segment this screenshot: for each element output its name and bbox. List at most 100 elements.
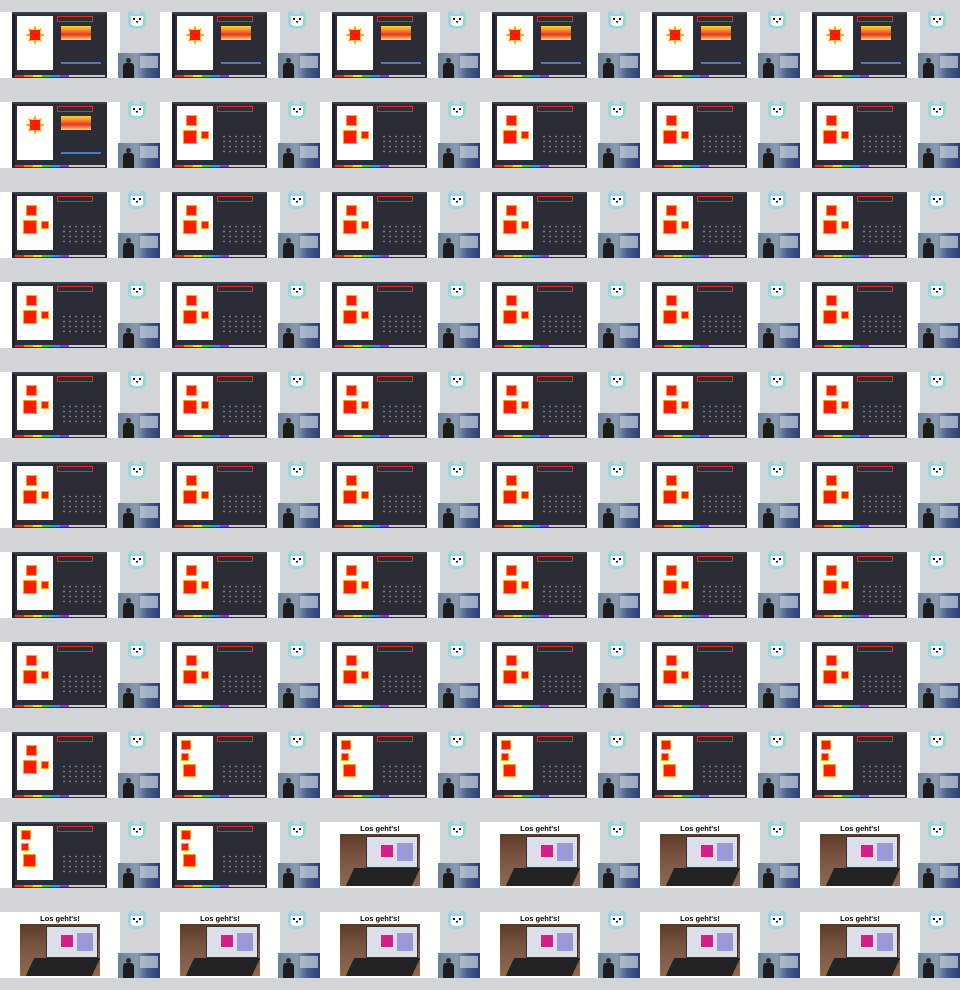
color-palette[interactable] — [655, 345, 745, 347]
color-palette[interactable] — [655, 165, 745, 167]
color-palette[interactable] — [335, 255, 425, 257]
video-thumbnail[interactable] — [480, 360, 640, 450]
scrollbar[interactable] — [861, 62, 901, 64]
tool-bar[interactable] — [12, 464, 15, 526]
drawing-canvas[interactable] — [657, 106, 693, 160]
drawing-canvas[interactable] — [337, 736, 373, 790]
drawing-canvas[interactable] — [497, 16, 533, 70]
drawing-canvas[interactable] — [817, 16, 853, 70]
tool-bar[interactable] — [812, 14, 815, 76]
drawing-canvas[interactable] — [17, 646, 53, 700]
scrollbar[interactable] — [541, 62, 581, 64]
color-palette[interactable] — [655, 255, 745, 257]
color-palette[interactable] — [495, 345, 585, 347]
video-thumbnail[interactable] — [480, 180, 640, 270]
drawing-canvas[interactable] — [497, 556, 533, 610]
tool-bar[interactable] — [332, 464, 335, 526]
tool-bar[interactable] — [652, 464, 655, 526]
drawing-canvas[interactable] — [177, 646, 213, 700]
drawing-canvas[interactable] — [177, 736, 213, 790]
video-thumbnail[interactable] — [640, 360, 800, 450]
video-thumbnail[interactable] — [320, 270, 480, 360]
tool-bar[interactable] — [172, 14, 175, 76]
drawing-canvas[interactable] — [497, 736, 533, 790]
tool-bar[interactable] — [12, 374, 15, 436]
video-thumbnail[interactable] — [320, 360, 480, 450]
drawing-canvas[interactable] — [497, 196, 533, 250]
video-thumbnail[interactable] — [800, 90, 960, 180]
video-thumbnail[interactable]: Los geht's! — [480, 900, 640, 990]
drawing-canvas[interactable] — [17, 286, 53, 340]
tool-bar[interactable] — [172, 374, 175, 436]
drawing-canvas[interactable] — [817, 106, 853, 160]
tool-bar[interactable] — [812, 644, 815, 706]
drawing-canvas[interactable] — [337, 196, 373, 250]
video-thumbnail[interactable]: Los geht's! — [0, 900, 160, 990]
video-thumbnail[interactable] — [160, 270, 320, 360]
color-palette[interactable] — [335, 75, 425, 77]
tool-bar[interactable] — [492, 104, 495, 166]
color-palette[interactable] — [175, 615, 265, 617]
video-thumbnail[interactable] — [640, 630, 800, 720]
tool-bar[interactable] — [172, 104, 175, 166]
tool-bar[interactable] — [172, 824, 175, 886]
drawing-canvas[interactable] — [17, 106, 53, 160]
color-palette[interactable] — [495, 795, 585, 797]
tool-bar[interactable] — [332, 644, 335, 706]
drawing-canvas[interactable] — [497, 106, 533, 160]
color-palette[interactable] — [175, 885, 265, 887]
gradient-swatch[interactable] — [61, 116, 91, 130]
drawing-canvas[interactable] — [817, 376, 853, 430]
video-thumbnail[interactable] — [480, 270, 640, 360]
drawing-canvas[interactable] — [657, 736, 693, 790]
drawing-canvas[interactable] — [17, 826, 53, 880]
drawing-canvas[interactable] — [177, 556, 213, 610]
video-thumbnail[interactable] — [0, 540, 160, 630]
drawing-canvas[interactable] — [177, 376, 213, 430]
gradient-swatch[interactable] — [541, 26, 571, 40]
scrollbar[interactable] — [221, 62, 261, 64]
color-palette[interactable] — [655, 795, 745, 797]
color-palette[interactable] — [15, 795, 105, 797]
color-palette[interactable] — [655, 435, 745, 437]
video-thumbnail[interactable] — [640, 0, 800, 90]
drawing-canvas[interactable] — [177, 106, 213, 160]
tool-bar[interactable] — [332, 554, 335, 616]
color-palette[interactable] — [15, 885, 105, 887]
drawing-canvas[interactable] — [17, 376, 53, 430]
video-thumbnail[interactable] — [0, 630, 160, 720]
color-palette[interactable] — [495, 615, 585, 617]
color-palette[interactable] — [495, 255, 585, 257]
color-palette[interactable] — [335, 525, 425, 527]
video-thumbnail[interactable] — [0, 720, 160, 810]
drawing-canvas[interactable] — [177, 196, 213, 250]
tool-bar[interactable] — [12, 824, 15, 886]
gradient-swatch[interactable] — [701, 26, 731, 40]
drawing-canvas[interactable] — [337, 466, 373, 520]
color-palette[interactable] — [815, 345, 905, 347]
gradient-swatch[interactable] — [61, 26, 91, 40]
drawing-canvas[interactable] — [817, 286, 853, 340]
color-palette[interactable] — [15, 165, 105, 167]
video-thumbnail[interactable] — [160, 90, 320, 180]
drawing-canvas[interactable] — [497, 466, 533, 520]
video-thumbnail[interactable] — [320, 630, 480, 720]
drawing-canvas[interactable] — [177, 286, 213, 340]
color-palette[interactable] — [495, 165, 585, 167]
tool-bar[interactable] — [652, 374, 655, 436]
tool-bar[interactable] — [652, 14, 655, 76]
tool-bar[interactable] — [172, 284, 175, 346]
color-palette[interactable] — [15, 345, 105, 347]
tool-bar[interactable] — [812, 104, 815, 166]
gradient-swatch[interactable] — [381, 26, 411, 40]
color-palette[interactable] — [815, 255, 905, 257]
drawing-canvas[interactable] — [657, 286, 693, 340]
color-palette[interactable] — [495, 75, 585, 77]
video-thumbnail[interactable] — [640, 180, 800, 270]
video-thumbnail[interactable] — [160, 810, 320, 900]
color-palette[interactable] — [815, 615, 905, 617]
tool-bar[interactable] — [12, 14, 15, 76]
color-palette[interactable] — [15, 435, 105, 437]
color-palette[interactable] — [335, 345, 425, 347]
video-thumbnail[interactable] — [0, 360, 160, 450]
